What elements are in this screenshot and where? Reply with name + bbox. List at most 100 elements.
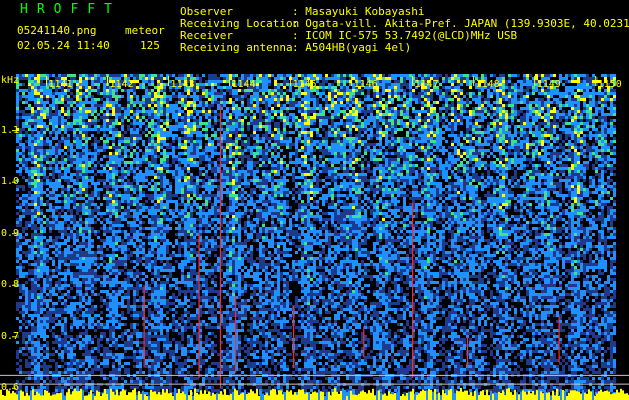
noise-cell <box>604 140 607 143</box>
noise-cell <box>331 95 334 98</box>
noise-cell <box>34 149 37 152</box>
noise-cell <box>157 107 160 110</box>
noise-cell <box>460 131 463 134</box>
noise-cell <box>565 80 568 83</box>
noise-cell <box>85 80 88 83</box>
noise-cell <box>328 158 331 161</box>
noise-cell <box>451 158 454 161</box>
noise-cell <box>238 125 241 128</box>
noise-cell <box>253 155 256 158</box>
noise-cell <box>79 86 82 89</box>
noise-cell <box>238 146 241 149</box>
noise-cell <box>586 95 589 98</box>
noise-cell <box>592 152 595 155</box>
noise-cell <box>424 92 427 95</box>
noise-cell <box>562 131 565 134</box>
noise-cell <box>547 98 550 101</box>
noise-cell <box>22 134 25 137</box>
noise-cell <box>253 164 256 167</box>
noise-cell <box>19 161 22 164</box>
noise-cell <box>373 155 376 158</box>
noise-cell <box>580 98 583 101</box>
noise-cell <box>598 95 601 98</box>
noise-cell <box>565 92 568 95</box>
noise-cell <box>301 107 304 110</box>
noise-cell <box>544 146 547 149</box>
noise-cell <box>184 131 187 134</box>
noise-cell <box>79 167 82 170</box>
noise-cell <box>259 122 262 125</box>
noise-cell <box>40 89 43 92</box>
noise-cell <box>196 131 199 134</box>
noise-cell <box>385 77 388 80</box>
noise-cell <box>376 134 379 137</box>
noise-cell <box>103 116 106 119</box>
noise-cell <box>22 92 25 95</box>
noise-cell <box>427 122 430 125</box>
noise-cell <box>352 161 355 164</box>
noise-cell <box>85 101 88 104</box>
noise-cell <box>595 167 598 170</box>
noise-cell <box>94 149 97 152</box>
noise-cell <box>253 104 256 107</box>
noise-cell <box>154 98 157 101</box>
noise-cell <box>256 125 259 128</box>
noise-cell <box>124 140 127 143</box>
noise-cell <box>136 113 139 116</box>
noise-cell <box>532 86 535 89</box>
noise-cell <box>100 80 103 83</box>
noise-cell <box>124 113 127 116</box>
noise-cell <box>262 140 265 143</box>
noise-cell <box>127 92 130 95</box>
noise-cell <box>85 83 88 86</box>
noise-cell <box>358 122 361 125</box>
noise-cell <box>529 92 532 95</box>
noise-cell <box>262 101 265 104</box>
noise-cell <box>262 134 265 137</box>
noise-cell <box>91 89 94 92</box>
noise-cell <box>94 83 97 86</box>
noise-cell <box>412 155 415 158</box>
noise-cell <box>103 128 106 131</box>
noise-cell <box>511 146 514 149</box>
noise-cell <box>160 170 163 173</box>
noise-cell <box>190 74 193 77</box>
noise-cell <box>454 74 457 77</box>
noise-cell <box>97 149 100 152</box>
noise-cell <box>565 131 568 134</box>
noise-cell <box>400 128 403 131</box>
noise-cell <box>391 158 394 161</box>
noise-cell <box>475 107 478 110</box>
noise-cell <box>169 164 172 167</box>
noise-cell <box>433 140 436 143</box>
noise-cell <box>553 74 556 77</box>
noise-cell <box>607 122 610 125</box>
noise-cell <box>268 83 271 86</box>
noise-cell <box>160 80 163 83</box>
noise-cell <box>208 137 211 140</box>
noise-cell <box>103 146 106 149</box>
noise-cell <box>574 164 577 167</box>
noise-cell <box>268 104 271 107</box>
noise-cell <box>190 155 193 158</box>
noise-cell <box>349 140 352 143</box>
noise-cell <box>349 164 352 167</box>
noise-cell <box>439 128 442 131</box>
noise-cell <box>28 95 31 98</box>
noise-cell <box>304 164 307 167</box>
noise-cell <box>445 161 448 164</box>
noise-cell <box>376 131 379 134</box>
noise-cell <box>304 98 307 101</box>
noise-cell <box>322 98 325 101</box>
noise-cell <box>487 104 490 107</box>
noise-cell <box>208 161 211 164</box>
noise-cell <box>106 161 109 164</box>
noise-cell <box>193 158 196 161</box>
noise-cell <box>367 137 370 140</box>
noise-cell <box>412 164 415 167</box>
noise-cell <box>58 146 61 149</box>
noise-cell <box>85 170 88 173</box>
noise-cell <box>493 164 496 167</box>
noise-cell <box>385 86 388 89</box>
noise-cell <box>172 95 175 98</box>
